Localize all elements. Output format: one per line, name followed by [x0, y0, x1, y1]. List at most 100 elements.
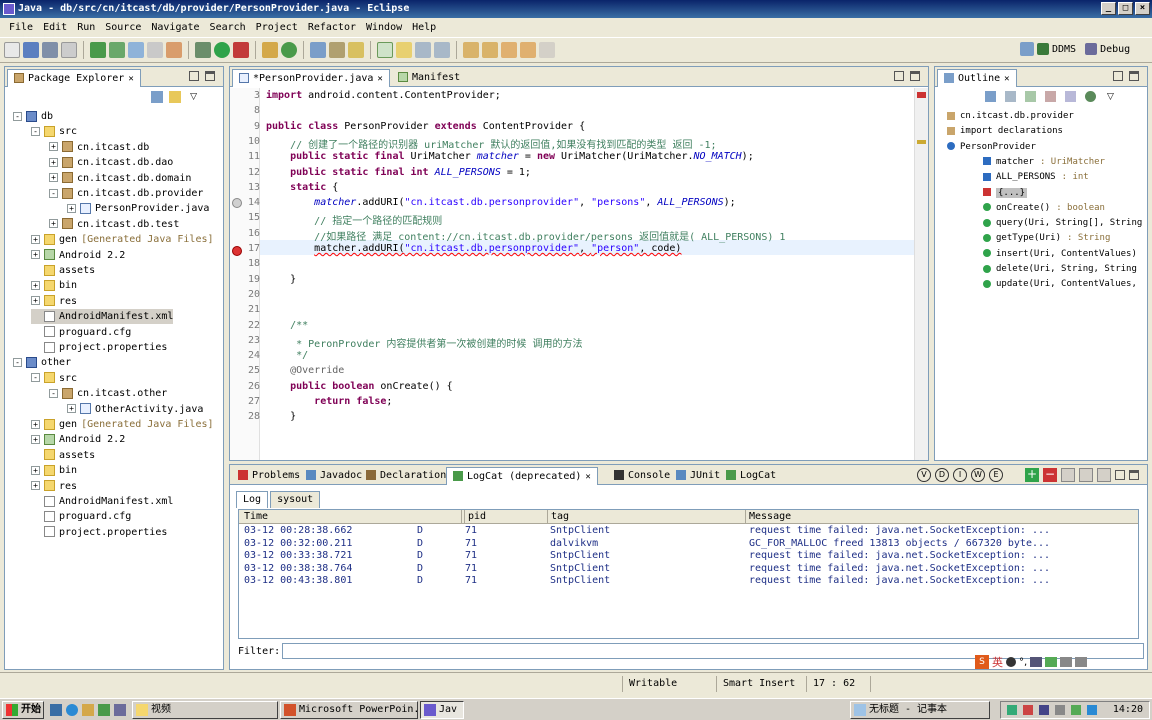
outline-item[interactable]: {...}	[983, 186, 1028, 201]
perspective-ddms[interactable]: DDMS	[1052, 44, 1076, 55]
outline-item[interactable]: matcher: UriMatcher	[983, 155, 1105, 170]
tree-item[interactable]: + cn.itcast.db.test	[49, 217, 179, 232]
outline-item[interactable]: query(Uri, String[], String	[983, 216, 1142, 231]
toggle-mark-occurrences-icon[interactable]	[377, 42, 393, 58]
tray-icon[interactable]	[1039, 705, 1049, 715]
ime-mode[interactable]: 英	[992, 654, 1003, 670]
maximize-button[interactable]: □	[1118, 2, 1133, 15]
maximize-view-icon[interactable]	[910, 71, 920, 81]
taskbar-video-folder[interactable]: 视频	[132, 701, 278, 719]
android-sdk-icon[interactable]	[90, 42, 106, 58]
hide-nonpublic-icon[interactable]	[1065, 91, 1076, 102]
previous-annotation-icon[interactable]	[482, 42, 498, 58]
menu-project[interactable]: Project	[251, 22, 303, 33]
expand-icon[interactable]: +	[31, 465, 40, 475]
collapse-icon[interactable]: -	[49, 388, 58, 398]
tree-item[interactable]: AndroidManifest.xml	[31, 309, 174, 325]
new-xml-icon[interactable]	[166, 42, 182, 58]
tray-icon[interactable]	[1055, 705, 1065, 715]
outline-item[interactable]: getType(Uri): String	[983, 231, 1110, 246]
tree-item[interactable]: + bin	[31, 278, 77, 293]
perspective-debug[interactable]: Debug	[1100, 44, 1130, 55]
sogou-ime-icon[interactable]: S	[975, 655, 989, 669]
code-area[interactable]: import android.content.ContentProvider; p…	[260, 88, 914, 460]
menu-refactor[interactable]: Refactor	[303, 22, 361, 33]
tree-item[interactable]: assets	[31, 263, 95, 278]
tree-item[interactable]: + OtherActivity.java	[67, 402, 203, 417]
log-row[interactable]: 03-12 00:32:00.211 D 71 dalvikvm GC_FOR_MALL…	[239, 538, 1138, 550]
back-icon[interactable]	[501, 42, 517, 58]
tree-item[interactable]: + bin	[31, 463, 77, 478]
minimize-view-icon[interactable]	[1113, 71, 1123, 81]
expand-icon[interactable]: +	[49, 219, 58, 229]
tray-icon[interactable]	[1007, 705, 1017, 715]
verbose-filter-icon[interactable]: V	[917, 468, 931, 482]
ime-keyboard-icon[interactable]	[1030, 657, 1043, 667]
col-time[interactable]: Time	[244, 510, 268, 524]
print-icon[interactable]	[61, 42, 77, 58]
debug-icon[interactable]	[195, 42, 211, 58]
external-tools-icon[interactable]	[233, 42, 249, 58]
taskbar-powerpoint[interactable]: Microsoft PowerPoin...	[280, 701, 418, 719]
toggle-highlight-icon[interactable]	[396, 42, 412, 58]
menu-help[interactable]: Help	[407, 22, 441, 33]
run-icon[interactable]	[214, 42, 230, 58]
ime-punct-icon[interactable]: °,	[1019, 657, 1027, 668]
close-icon[interactable]: ✕	[377, 74, 382, 84]
error-filter-icon[interactable]: E	[989, 468, 1003, 482]
avd-manager-icon[interactable]	[109, 42, 125, 58]
menu-run[interactable]: Run	[72, 22, 100, 33]
taskbar-notepad[interactable]: 无标题 - 记事本	[850, 701, 990, 719]
close-icon[interactable]: ✕	[585, 472, 590, 482]
col-tag[interactable]: tag	[547, 510, 569, 524]
close-button[interactable]: ×	[1135, 2, 1150, 15]
expand-icon[interactable]: +	[67, 404, 76, 414]
new-package-icon[interactable]	[262, 42, 278, 58]
hide-static-icon[interactable]	[1045, 91, 1056, 102]
tab-package-explorer[interactable]: Package Explorer ✕	[7, 69, 141, 87]
ime-moon-icon[interactable]	[1006, 657, 1016, 667]
outline-item[interactable]: import declarations	[947, 124, 1063, 139]
tree-item[interactable]: AndroidManifest.xml	[31, 494, 173, 509]
show-whitespace-icon[interactable]	[415, 42, 431, 58]
menu-navigate[interactable]: Navigate	[146, 22, 204, 33]
log-row[interactable]: 03-12 00:38:38.764 D 71 SntpClient request t…	[239, 563, 1138, 575]
tree-item[interactable]: - db	[13, 109, 53, 124]
tray-icon[interactable]	[1023, 705, 1033, 715]
outline-item[interactable]: update(Uri, ContentValues,	[983, 277, 1137, 292]
menu-file[interactable]: File	[4, 22, 38, 33]
tree-item[interactable]: project.properties	[31, 340, 167, 355]
expand-icon[interactable]: +	[31, 481, 40, 491]
outline-item[interactable]: delete(Uri, String, String	[983, 262, 1137, 277]
outline-item[interactable]: PersonProvider	[947, 140, 1036, 155]
open-task-icon[interactable]	[329, 42, 345, 58]
warning-overview-marker[interactable]	[917, 140, 926, 144]
editor-scrollbar[interactable]	[914, 88, 928, 460]
log-row[interactable]: 03-12 00:28:38.662 D 71 SntpClient request t…	[239, 525, 1138, 537]
expand-icon[interactable]: +	[31, 419, 40, 429]
collapse-icon[interactable]: -	[31, 126, 40, 136]
explorer-icon[interactable]	[82, 704, 94, 716]
search-icon[interactable]	[348, 42, 364, 58]
tree-item[interactable]: project.properties	[31, 525, 167, 540]
export-log-icon[interactable]	[1097, 468, 1111, 482]
forward-icon[interactable]	[520, 42, 536, 58]
tree-item[interactable]: proguard.cfg	[31, 325, 131, 340]
menu-edit[interactable]: Edit	[38, 22, 72, 33]
log-row[interactable]: 03-12 00:43:38.801 D 71 SntpClient request t…	[239, 575, 1138, 587]
debug-filter-icon[interactable]: D	[935, 468, 949, 482]
collapse-icon[interactable]: -	[49, 188, 58, 198]
tab-outline[interactable]: Outline ✕	[937, 69, 1017, 87]
new-test-icon[interactable]	[147, 42, 163, 58]
ime-settings-icon[interactable]	[1075, 657, 1088, 667]
collapse-icon[interactable]: -	[13, 111, 22, 121]
minimize-button[interactable]: _	[1101, 2, 1116, 15]
tree-item[interactable]: - src	[31, 124, 77, 139]
save-all-icon[interactable]	[42, 42, 58, 58]
outline-item[interactable]: insert(Uri, ContentValues)	[983, 247, 1137, 262]
add-filter-icon[interactable]: +	[1025, 468, 1039, 482]
bottom-tab[interactable]: LogCat	[720, 467, 782, 485]
tree-item[interactable]: proguard.cfg	[31, 509, 131, 524]
close-icon[interactable]: ✕	[1004, 74, 1009, 84]
menu-window[interactable]: Window	[361, 22, 407, 33]
